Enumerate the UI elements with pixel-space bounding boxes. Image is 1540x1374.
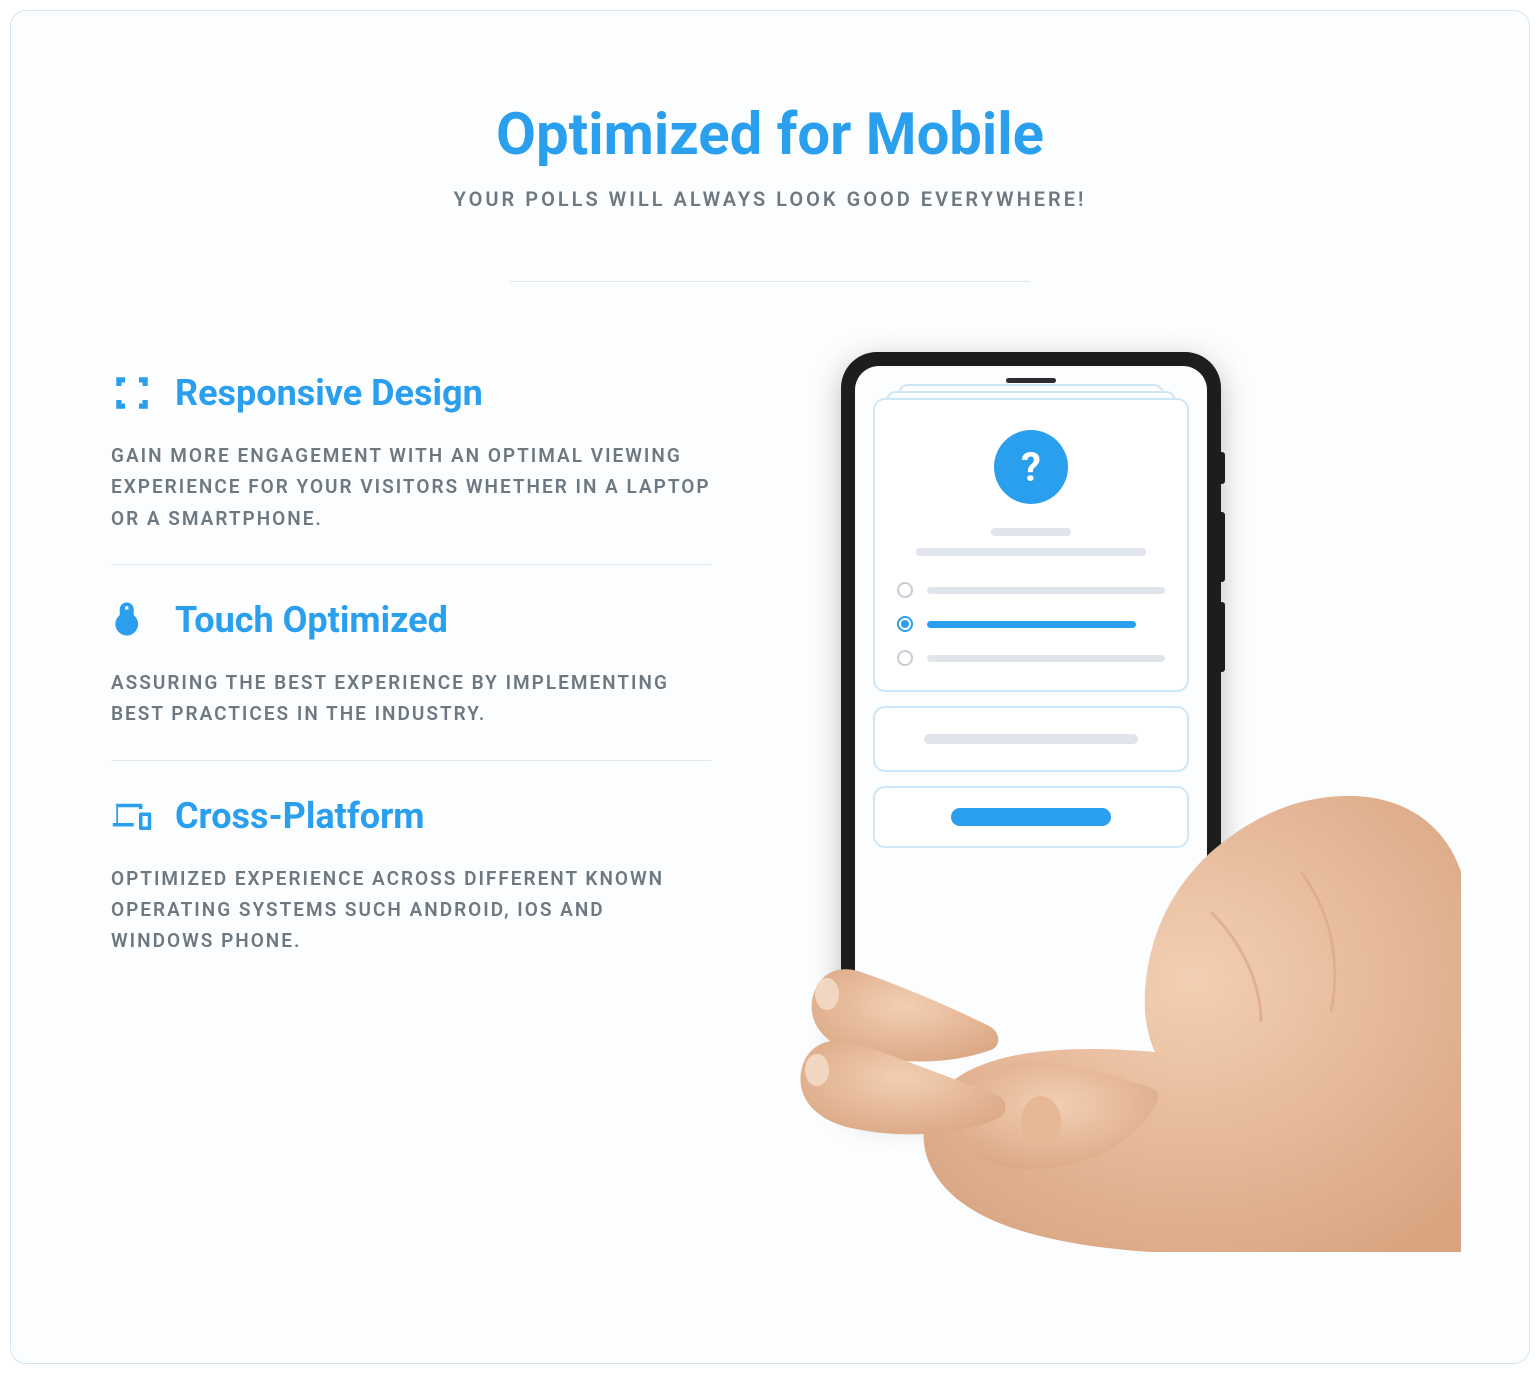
submit-button-placeholder — [951, 808, 1112, 826]
poll-card-stack: ? — [873, 398, 1189, 692]
expand-icon — [111, 372, 153, 414]
placeholder-line — [927, 655, 1165, 662]
feature-title: Touch Optimized — [175, 599, 448, 641]
feature-heading: Cross-Platform — [111, 795, 711, 837]
phone-illustration: ? — [751, 352, 1429, 1172]
feature-touch: Touch Optimized Assuring the best experi… — [111, 564, 711, 760]
feature-title: Responsive Design — [175, 372, 483, 414]
phone-side-button — [1221, 602, 1225, 672]
placeholder-line — [916, 548, 1146, 556]
phone-speaker — [1006, 378, 1056, 383]
divider — [510, 281, 1030, 282]
feature-card: Optimized for Mobile Your polls will alw… — [10, 10, 1530, 1364]
header: Optimized for Mobile Your polls will alw… — [111, 101, 1429, 282]
radio-icon — [897, 650, 913, 666]
poll-options — [897, 582, 1165, 666]
feature-heading: Responsive Design — [111, 372, 711, 414]
features-list: Responsive Design Gain more engagement w… — [111, 352, 711, 987]
poll-option — [897, 650, 1165, 666]
feature-desc: Optimized experience across different kn… — [111, 863, 711, 957]
radio-icon — [897, 582, 913, 598]
touch-icon — [111, 599, 153, 641]
question-icon: ? — [994, 430, 1068, 504]
poll-submit-card — [873, 786, 1189, 848]
content-row: Responsive Design Gain more engagement w… — [111, 352, 1429, 1172]
poll-sub-card — [873, 706, 1189, 772]
feature-responsive: Responsive Design Gain more engagement w… — [111, 362, 711, 564]
devices-icon — [111, 795, 153, 837]
phone-mockup: ? — [841, 352, 1221, 1112]
feature-heading: Touch Optimized — [111, 599, 711, 641]
phone-screen: ? — [855, 366, 1207, 1098]
placeholder-line — [927, 621, 1136, 628]
phone-side-button — [1221, 452, 1225, 484]
poll-card: ? — [873, 398, 1189, 692]
feature-desc: Gain more engagement with an optimal vie… — [111, 440, 711, 534]
feature-title: Cross-Platform — [175, 795, 424, 837]
phone-side-button — [1221, 512, 1225, 582]
page-subtitle: Your polls will always look good everywh… — [111, 187, 1429, 211]
placeholder-line — [927, 587, 1165, 594]
placeholder-line — [924, 734, 1138, 744]
poll-option — [897, 582, 1165, 598]
poll-option-selected — [897, 616, 1165, 632]
radio-selected-icon — [897, 616, 913, 632]
feature-cross-platform: Cross-Platform Optimized experience acro… — [111, 760, 711, 987]
feature-desc: Assuring the best experience by implemen… — [111, 667, 711, 730]
page-title: Optimized for Mobile — [111, 101, 1429, 169]
placeholder-line — [991, 528, 1071, 536]
